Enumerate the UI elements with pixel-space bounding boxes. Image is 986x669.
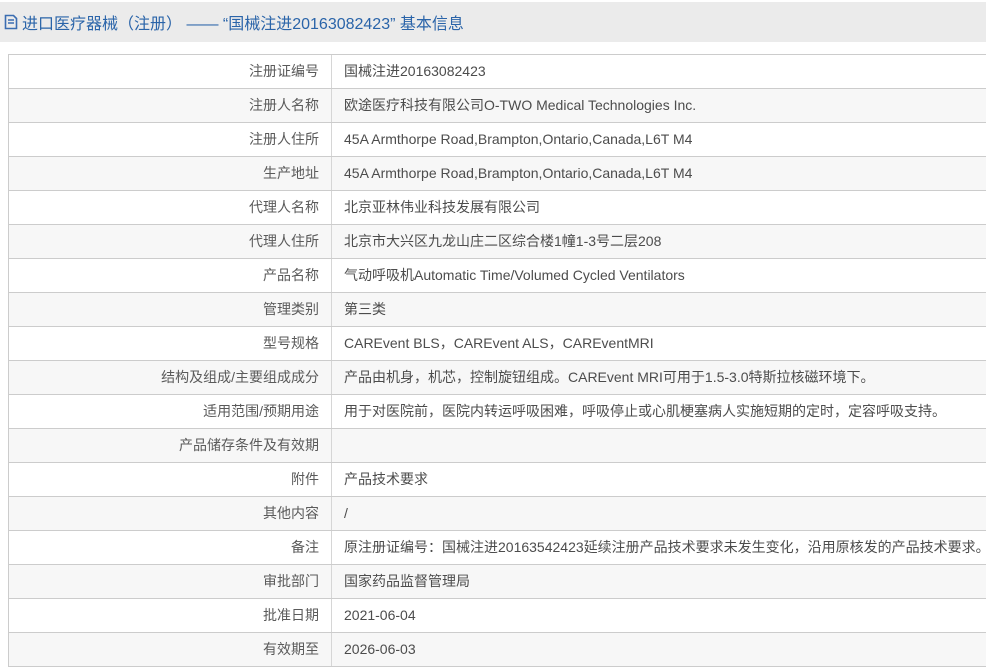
row-label: 代理人名称 bbox=[9, 191, 332, 224]
table-row: 审批部门国家药品监督管理局 bbox=[9, 565, 986, 599]
row-value: 用于对医院前，医院内转运呼吸困难，呼吸停止或心肌梗塞病人实施短期的定时，定容呼吸… bbox=[332, 395, 986, 428]
row-label: 注册人名称 bbox=[9, 89, 332, 122]
document-icon bbox=[4, 14, 18, 30]
table-row: 结构及组成/主要组成成分产品由机身，机芯，控制旋钮组成。CAREvent MRI… bbox=[9, 361, 986, 395]
row-label: 结构及组成/主要组成成分 bbox=[9, 361, 332, 394]
row-label: 代理人住所 bbox=[9, 225, 332, 258]
table-row: 其他内容/ bbox=[9, 497, 986, 531]
row-label: 适用范围/预期用途 bbox=[9, 395, 332, 428]
table-row: 备注原注册证编号：国械注进20163542423延续注册产品技术要求未发生变化，… bbox=[9, 531, 986, 565]
row-label: 管理类别 bbox=[9, 293, 332, 326]
row-label: 注册证编号 bbox=[9, 55, 332, 88]
row-value: 北京市大兴区九龙山庄二区综合楼1幢1-3号二层208 bbox=[332, 225, 986, 258]
registration-info-table: 注册证编号国械注进20163082423注册人名称欧途医疗科技有限公司O-TWO… bbox=[8, 54, 986, 667]
row-value: 产品由机身，机芯，控制旋钮组成。CAREvent MRI可用于1.5-3.0特斯… bbox=[332, 361, 986, 394]
row-label: 备注 bbox=[9, 531, 332, 564]
table-row: 管理类别第三类 bbox=[9, 293, 986, 327]
row-value: 45A Armthorpe Road,Brampton,Ontario,Cana… bbox=[332, 123, 986, 156]
row-label: 批准日期 bbox=[9, 599, 332, 632]
table-row: 有效期至2026-06-03 bbox=[9, 633, 986, 667]
row-label: 产品名称 bbox=[9, 259, 332, 292]
page-header: 进口医疗器械（注册） —— “国械注进20163082423” 基本信息 bbox=[0, 2, 986, 42]
row-value: 国家药品监督管理局 bbox=[332, 565, 986, 598]
row-value: 欧途医疗科技有限公司O-TWO Medical Technologies Inc… bbox=[332, 89, 986, 122]
table-row: 附件产品技术要求 bbox=[9, 463, 986, 497]
table-row: 注册人住所45A Armthorpe Road,Brampton,Ontario… bbox=[9, 123, 986, 157]
table-row: 注册人名称欧途医疗科技有限公司O-TWO Medical Technologie… bbox=[9, 89, 986, 123]
table-row: 适用范围/预期用途用于对医院前，医院内转运呼吸困难，呼吸停止或心肌梗塞病人实施短… bbox=[9, 395, 986, 429]
row-value: 国械注进20163082423 bbox=[332, 55, 986, 88]
row-value: 第三类 bbox=[332, 293, 986, 326]
page-title: 进口医疗器械（注册） —— “国械注进20163082423” 基本信息 bbox=[22, 10, 464, 34]
row-value: 原注册证编号：国械注进20163542423延续注册产品技术要求未发生变化，沿用… bbox=[332, 531, 986, 564]
row-value bbox=[332, 429, 986, 462]
row-label: 有效期至 bbox=[9, 633, 332, 666]
row-label: 注册人住所 bbox=[9, 123, 332, 156]
table-row: 注册证编号国械注进20163082423 bbox=[9, 55, 986, 89]
row-label: 型号规格 bbox=[9, 327, 332, 360]
row-label: 其他内容 bbox=[9, 497, 332, 530]
row-value: CAREvent BLS，CAREvent ALS，CAREventMRI bbox=[332, 327, 986, 360]
row-value: 2021-06-04 bbox=[332, 599, 986, 632]
row-value: 北京亚林伟业科技发展有限公司 bbox=[332, 191, 986, 224]
row-label: 生产地址 bbox=[9, 157, 332, 190]
row-label: 审批部门 bbox=[9, 565, 332, 598]
row-value: 2026-06-03 bbox=[332, 633, 986, 666]
table-row: 型号规格CAREvent BLS，CAREvent ALS，CAREventMR… bbox=[9, 327, 986, 361]
table-row: 产品名称气动呼吸机Automatic Time/Volumed Cycled V… bbox=[9, 259, 986, 293]
table-row: 代理人名称北京亚林伟业科技发展有限公司 bbox=[9, 191, 986, 225]
table-row: 批准日期2021-06-04 bbox=[9, 599, 986, 633]
table-row: 产品储存条件及有效期 bbox=[9, 429, 986, 463]
table-row: 生产地址45A Armthorpe Road,Brampton,Ontario,… bbox=[9, 157, 986, 191]
row-value: 产品技术要求 bbox=[332, 463, 986, 496]
row-value: / bbox=[332, 497, 986, 530]
row-label: 产品储存条件及有效期 bbox=[9, 429, 332, 462]
row-label: 附件 bbox=[9, 463, 332, 496]
table-row: 代理人住所北京市大兴区九龙山庄二区综合楼1幢1-3号二层208 bbox=[9, 225, 986, 259]
row-value: 45A Armthorpe Road,Brampton,Ontario,Cana… bbox=[332, 157, 986, 190]
row-value: 气动呼吸机Automatic Time/Volumed Cycled Venti… bbox=[332, 259, 986, 292]
